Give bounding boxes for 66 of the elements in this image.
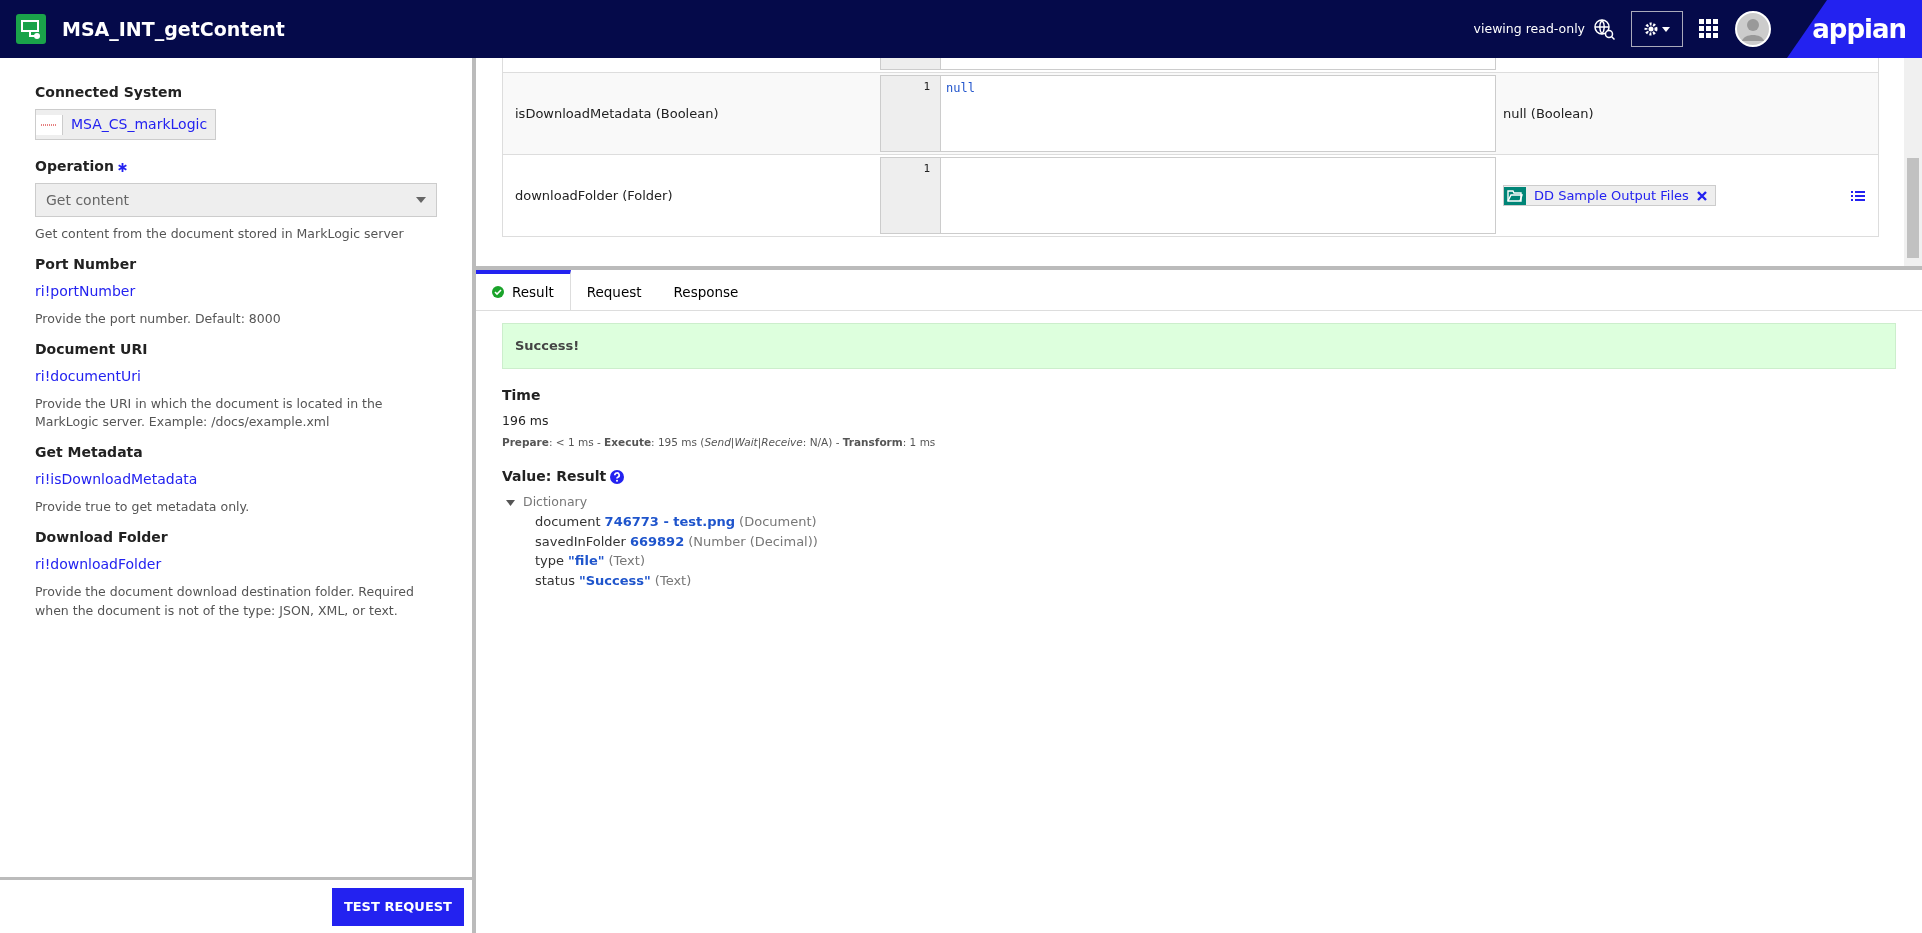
folder-icon (1504, 186, 1526, 205)
connected-system-chip[interactable]: MSA_CS_markLogic (35, 109, 217, 140)
field-label: Document URI (35, 339, 149, 359)
expression-link[interactable]: ri!documentUri (35, 367, 141, 384)
line-number: 1 (880, 75, 940, 152)
logo: appian (1812, 12, 1906, 46)
settings-button[interactable] (1631, 11, 1683, 47)
result-tab[interactable]: Request (570, 270, 658, 311)
type-label: (Text) (608, 552, 645, 570)
type-label: (Text) (654, 571, 692, 590)
tree-value[interactable]: 669892 (629, 531, 685, 551)
type-label: (Document) (739, 513, 817, 531)
globe-search-icon[interactable] (1593, 18, 1615, 40)
operation-dropdown[interactable]: Get content (35, 183, 437, 217)
code-text: null (946, 81, 975, 95)
parameter-name: downloadFolder (Folder) (515, 186, 673, 205)
folder-chip[interactable]: DD Sample Output Files (1503, 184, 1716, 207)
scrollbar-thumb[interactable] (1907, 158, 1919, 258)
result-tab[interactable]: Response (657, 270, 755, 311)
help-text: Provide the URI in which the document is located in the MarkLogic server. Example: /docs/example.xml (35, 394, 384, 432)
section-label: Value: Result (502, 467, 607, 487)
list-icon[interactable] (1851, 189, 1865, 202)
expression-link[interactable]: ri!portNumber (35, 282, 136, 299)
help-text: Provide the port number. Default: 8000 (35, 309, 282, 328)
parameter-name: isDownloadMetadata (Boolean) (515, 104, 719, 123)
help-text: Provide the document download destination folder. Required when the document is not of the type: JSON, XML, or text. (35, 582, 415, 620)
caret-icon (1662, 26, 1670, 32)
tree-value[interactable]: "Success" (578, 570, 651, 590)
help-text: Provide true to get metadata only. (35, 498, 251, 516)
tree-key: document (535, 512, 601, 532)
tree-node-label: Dictionary (523, 493, 588, 512)
check-circle-icon (492, 286, 504, 299)
section-label: Time (502, 385, 542, 405)
help-text: Get content from the document stored in MarkLogic server (35, 225, 405, 243)
line-number: 1 (880, 157, 940, 234)
result-tab[interactable]: Result (476, 270, 571, 311)
help-icon[interactable] (610, 469, 625, 484)
expression-link[interactable]: ri!isDownloadMetadata (35, 471, 198, 487)
result-value: null (Boolean) (1503, 104, 1594, 123)
code-editor[interactable]: null (940, 75, 1496, 152)
app-title: MSA_INT_getContent (62, 16, 285, 43)
mode-label: viewing read-only (1473, 19, 1585, 38)
field-label: Operation (35, 158, 114, 174)
caret-icon[interactable] (506, 499, 515, 506)
gear-icon (1644, 22, 1658, 36)
user-avatar[interactable] (1735, 11, 1771, 47)
tree-key: type (535, 551, 565, 571)
tree-key: savedInFolder (535, 531, 626, 551)
success-banner: Success! (502, 323, 1896, 369)
line-gutter (880, 58, 940, 70)
tree-key: status (535, 570, 575, 590)
system-icon (36, 114, 63, 135)
tree-value[interactable]: "file" (568, 551, 605, 571)
timing-details: Prepare: < 1 ms - Execute: 195 ms (Send|Wait|Receive: N/A) - Transform: 1 ms (502, 434, 937, 451)
test-request-button[interactable]: TEST REQUEST (331, 887, 464, 926)
time-value: 196 ms (502, 411, 550, 430)
type-label: (Number (Decimal)) (688, 532, 818, 551)
field-label: Connected System (35, 83, 184, 102)
expression-link[interactable]: ri!downloadFolder (35, 555, 162, 572)
caret-icon (416, 197, 426, 203)
field-label: Get Metadata (35, 443, 144, 462)
tree-value[interactable]: 746773 - test.png (604, 512, 736, 532)
field-label: Download Folder (35, 527, 169, 547)
field-label: Port Number (35, 254, 138, 274)
app-icon (16, 14, 46, 44)
apps-grid-icon[interactable] (1699, 19, 1719, 39)
